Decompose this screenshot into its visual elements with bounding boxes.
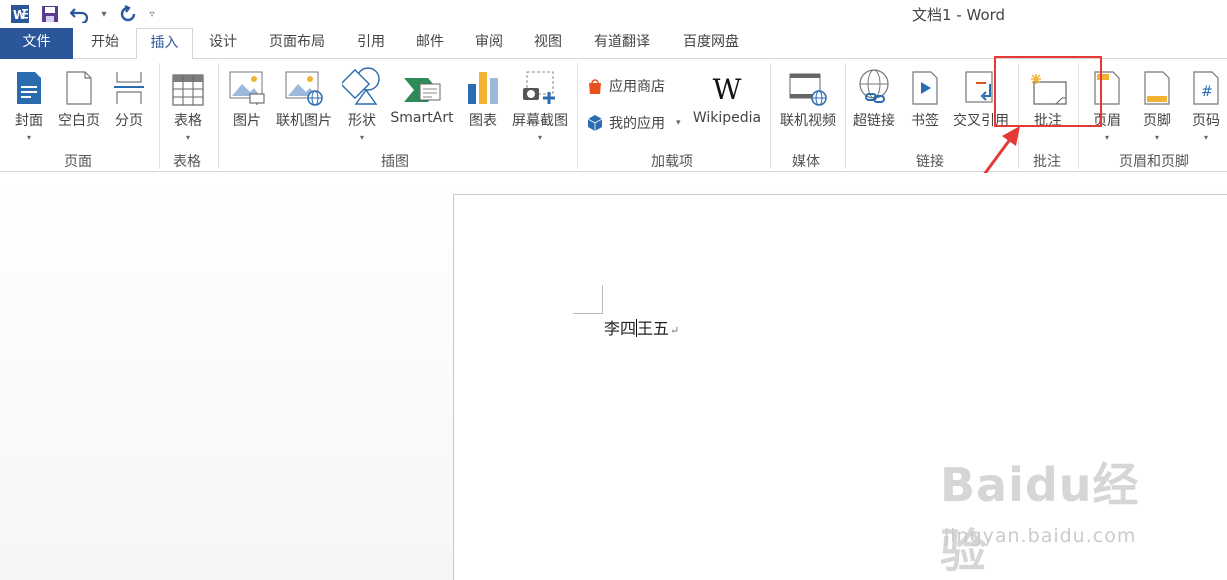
my-apps-icon [587, 115, 603, 131]
chart-icon [466, 64, 500, 106]
tab-view[interactable]: 视图 [524, 28, 572, 59]
smartart-button[interactable]: SmartArt [388, 64, 456, 144]
smartart-icon [402, 64, 442, 106]
document-text[interactable]: 李四王五↵ [604, 315, 679, 339]
paragraph-mark: ↵ [670, 324, 680, 337]
window-title: 文档1 - Word [912, 6, 1006, 24]
group-label-header-footer: 页眉和页脚 [1119, 154, 1189, 170]
tab-review[interactable]: 审阅 [465, 28, 513, 59]
undo-dropdown-icon[interactable]: ▾ [98, 9, 110, 20]
redo-icon[interactable] [116, 3, 140, 25]
footer-icon [1143, 64, 1171, 106]
cover-page-icon [15, 64, 43, 106]
shapes-icon [342, 64, 382, 106]
group-separator [845, 63, 846, 169]
my-apps-button[interactable]: 我的应用 ▾ [586, 112, 681, 134]
group-separator [770, 63, 771, 169]
hyperlink-button[interactable]: 超链接 [850, 64, 898, 144]
group-label-comments: 批注 [1033, 154, 1061, 170]
blank-page-button[interactable]: 空白页 [54, 64, 104, 144]
tab-design[interactable]: 设计 [199, 28, 247, 59]
tab-home[interactable]: 开始 [80, 28, 130, 59]
online-picture-button[interactable]: 联机图片 [272, 64, 336, 144]
group-separator [218, 63, 219, 169]
cross-reference-icon [964, 64, 998, 106]
tab-insert[interactable]: 插入 [136, 28, 193, 60]
tab-baidu-netdisk[interactable]: 百度网盘 [673, 28, 749, 59]
save-icon[interactable] [38, 3, 62, 25]
screenshot-icon [521, 64, 559, 106]
tab-references[interactable]: 引用 [347, 28, 395, 59]
margin-corner-mark [602, 285, 603, 314]
tab-page-layout[interactable]: 页面布局 [259, 28, 335, 59]
online-picture-icon [284, 64, 324, 106]
group-label-addins: 加载项 [651, 154, 693, 170]
quick-access-toolbar: W ▾ ▿ [8, 3, 158, 25]
margin-corner-mark [573, 313, 603, 314]
group-separator [159, 63, 160, 169]
wikipedia-icon: W [712, 73, 742, 106]
group-separator [577, 63, 578, 169]
page-number-button[interactable]: # 页码 ▾ [1186, 64, 1226, 144]
table-icon [172, 64, 204, 106]
chart-button[interactable]: 图表 [462, 64, 504, 144]
page-break-button[interactable]: 分页 [108, 64, 150, 144]
app-store-button[interactable]: 应用商店 [586, 75, 665, 97]
bookmark-icon [911, 64, 939, 106]
group-label-tables: 表格 [173, 154, 201, 170]
cover-page-button[interactable]: 封面 ▾ [8, 64, 50, 144]
tab-mailings[interactable]: 邮件 [406, 28, 454, 59]
hyperlink-icon [856, 64, 892, 106]
online-video-icon [788, 64, 828, 106]
highlight-box [994, 56, 1102, 127]
blank-page-icon [65, 64, 93, 106]
group-label-media: 媒体 [792, 154, 820, 170]
tab-file[interactable]: 文件 [0, 28, 73, 59]
shapes-button[interactable]: 形状 ▾ [340, 64, 384, 144]
wikipedia-button[interactable]: W Wikipedia [690, 64, 764, 144]
svg-text:#: # [1201, 84, 1213, 100]
footer-button[interactable]: 页脚 ▾ [1136, 64, 1178, 144]
word-logo-icon: W [8, 3, 32, 25]
group-label-pages: 页面 [64, 154, 92, 170]
page-number-icon: # [1192, 64, 1220, 106]
online-video-button[interactable]: 联机视频 [776, 64, 840, 144]
picture-icon [228, 64, 266, 106]
group-label-illustrations: 插图 [381, 154, 409, 170]
page-break-icon [113, 64, 145, 106]
baidu-watermark: Baidu经验 jingyan.baidu.com [940, 458, 1140, 578]
ribbon-tabs: 文件 开始 插入 设计 页面布局 引用 邮件 审阅 视图 有道翻译 百度网盘 [0, 28, 1227, 60]
undo-icon[interactable] [68, 3, 92, 25]
customize-qat-icon[interactable]: ▿ [146, 9, 158, 20]
title-bar: W ▾ ▿ 文档1 - Word [0, 0, 1227, 28]
tab-youdao-translate[interactable]: 有道翻译 [584, 28, 660, 59]
table-button[interactable]: 表格 ▾ [166, 64, 210, 144]
picture-button[interactable]: 图片 [226, 64, 268, 144]
store-icon [589, 79, 601, 94]
screenshot-button[interactable]: 屏幕截图 ▾ [508, 64, 572, 144]
